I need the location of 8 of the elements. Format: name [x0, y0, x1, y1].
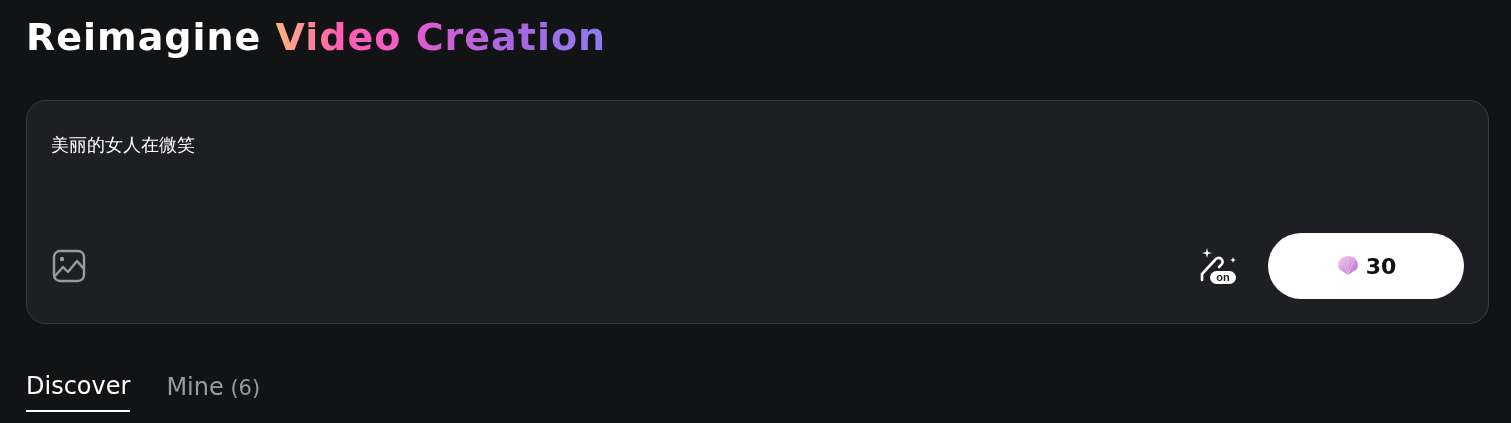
magic-wand-toggle[interactable]: on [1198, 246, 1238, 286]
page-title: Reimagine Video Creation [26, 14, 607, 61]
shell-icon [1335, 255, 1360, 277]
tab[interactable]: Discover [26, 372, 131, 412]
image-upload-icon[interactable] [51, 248, 87, 284]
generate-button[interactable]: 30 [1268, 233, 1464, 299]
prompt-field[interactable]: 美丽的女人在微笑 on 30 [26, 100, 1489, 324]
tab[interactable]: Mine (6) [166, 372, 261, 412]
